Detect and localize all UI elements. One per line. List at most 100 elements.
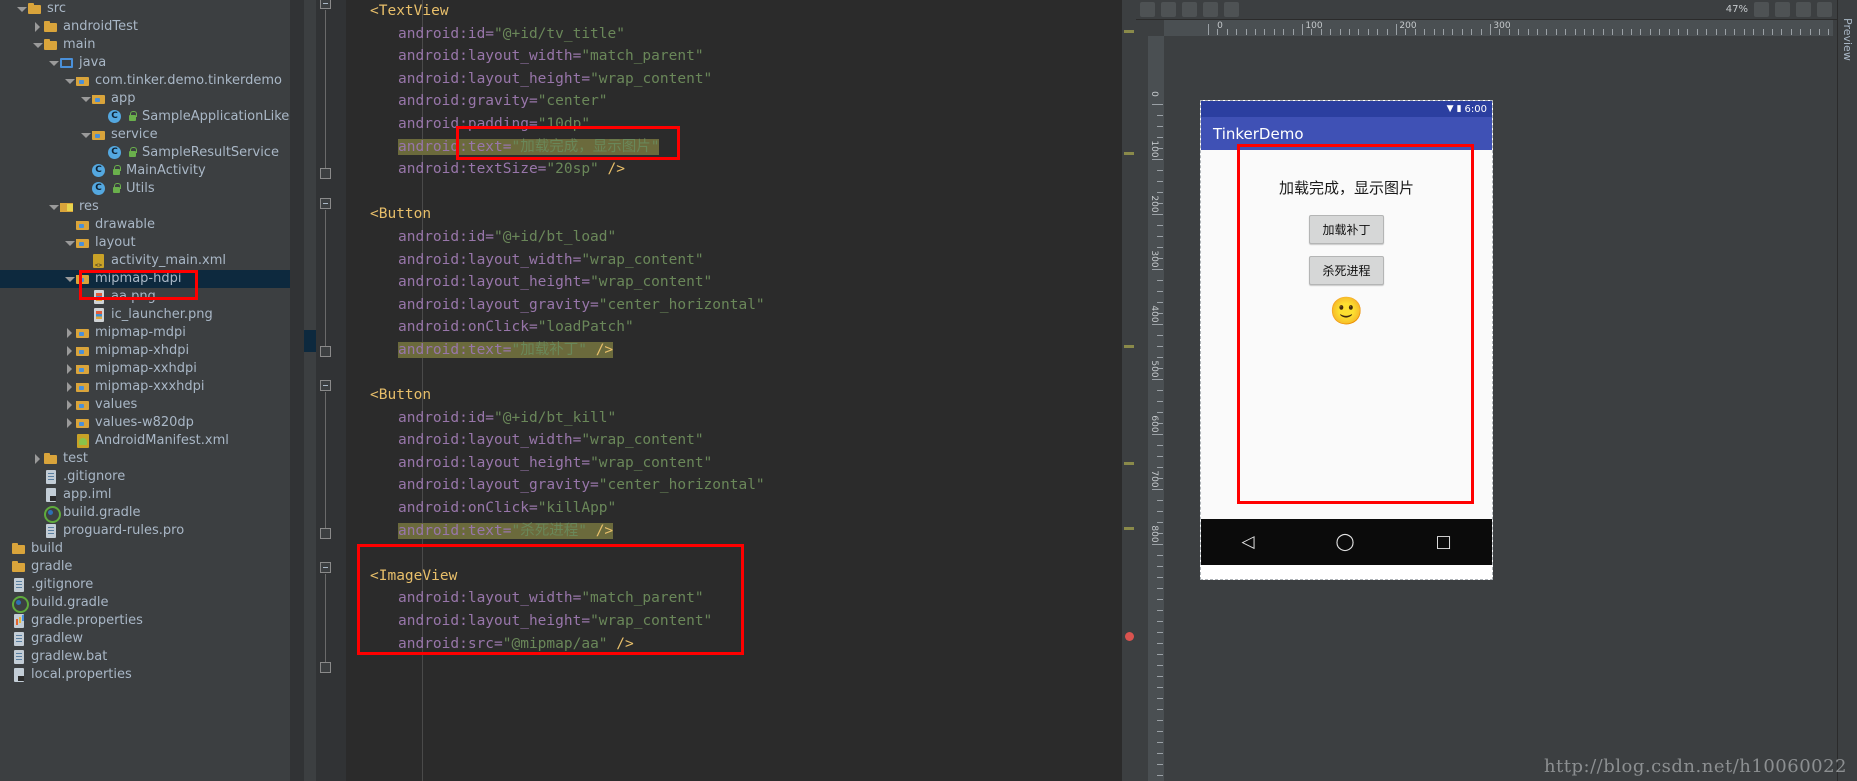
tree-item[interactable]: com.tinker.demo.tinkerdemo (0, 72, 290, 90)
preview-toolbar[interactable]: 47% (1136, 0, 1857, 20)
code-line[interactable]: android:text="加载补丁" /> (346, 339, 1130, 362)
tree-item[interactable]: gradle.properties (0, 612, 290, 630)
refresh-icon[interactable] (1817, 2, 1832, 17)
tree-item[interactable]: mipmap-xxxhdpi (0, 378, 290, 396)
design-preview-panel[interactable]: 47% 0 100 200 300 0 100 200 300 400 500 600 700 800… (1136, 0, 1857, 781)
project-tree-panel[interactable]: src androidTest main java com.tinker.demo.ti… (0, 0, 290, 781)
align-left-icon[interactable] (1182, 2, 1197, 17)
fold-end-icon[interactable] (320, 528, 331, 539)
tree-item[interactable]: main (0, 36, 290, 54)
code-line[interactable]: android:layout_height="wrap_content" (346, 271, 1130, 294)
code-line[interactable]: android:text="加载完成，显示图片" (346, 136, 1130, 159)
tree-item[interactable]: proguard-rules.pro (0, 522, 290, 540)
code-line[interactable]: android:id="@+id/tv_title" (346, 23, 1130, 46)
code-line[interactable]: android:layout_gravity="center_horizonta… (346, 294, 1130, 317)
tree-item[interactable]: app.iml (0, 486, 290, 504)
tree-item[interactable]: app (0, 90, 290, 108)
tree-item[interactable]: java (0, 54, 290, 72)
editor-marker-column[interactable] (1122, 0, 1136, 781)
tree-right-arrow-icon[interactable] (64, 378, 75, 396)
tree-item[interactable]: build.gradle (0, 594, 290, 613)
nav-home-icon[interactable]: ◯ (1335, 532, 1354, 552)
code-line[interactable] (346, 542, 1130, 565)
align-center-icon[interactable] (1203, 2, 1218, 17)
code-line[interactable]: android:layout_width="match_parent" (346, 45, 1130, 68)
editor-fold-column[interactable] (316, 0, 346, 781)
tree-item[interactable]: layout (0, 234, 290, 252)
fold-collapse-icon[interactable] (320, 380, 331, 391)
tree-item[interactable]: src (0, 0, 290, 18)
code-line[interactable]: <TextView (346, 0, 1130, 23)
tree-item[interactable]: .gitignore (0, 468, 290, 486)
tree-item[interactable]: aa.png (0, 288, 290, 306)
tree-down-arrow-icon[interactable] (48, 54, 59, 72)
tree-item[interactable]: gradlew.bat (0, 648, 290, 666)
tree-item[interactable]: local.properties (0, 666, 290, 684)
code-line[interactable]: android:layout_height="wrap_content" (346, 610, 1130, 633)
code-line[interactable] (346, 362, 1130, 385)
tree-item[interactable]: activity_main.xml (0, 252, 290, 275)
tree-item[interactable]: MainActivity (0, 162, 290, 180)
tree-right-arrow-icon[interactable] (32, 450, 43, 468)
code-line[interactable]: android:layout_height="wrap_content" (346, 68, 1130, 91)
bt-kill-button[interactable]: 杀死进程 (1309, 256, 1384, 285)
code-line[interactable]: android:layout_gravity="center_horizonta… (346, 474, 1130, 497)
nav-back-icon[interactable]: ◁ (1241, 532, 1254, 552)
preview-canvas[interactable]: ▼ ▮ 6:00 TinkerDemo 加载完成，显示图片 加载补丁 杀死进程 … (1164, 36, 1857, 781)
tree-down-arrow-icon[interactable] (64, 72, 75, 90)
palette-icon[interactable] (1140, 2, 1155, 17)
tree-item[interactable]: drawable (0, 216, 290, 234)
bt-load-button[interactable]: 加载补丁 (1309, 215, 1384, 244)
tree-right-arrow-icon[interactable] (64, 396, 75, 414)
zoom-fit-icon[interactable] (1796, 2, 1811, 17)
tree-down-arrow-icon[interactable] (64, 234, 75, 252)
tree-item[interactable]: mipmap-hdpi (0, 270, 290, 288)
tree-item[interactable]: AndroidManifest.xml (0, 432, 290, 450)
tree-down-arrow-icon[interactable] (16, 0, 27, 18)
tree-item[interactable]: test (0, 450, 290, 468)
code-line[interactable]: android:layout_width="match_parent" (346, 587, 1130, 610)
tree-item[interactable]: ic_launcher.png (0, 306, 290, 324)
code-line[interactable]: android:id="@+id/bt_load" (346, 226, 1130, 249)
code-line[interactable]: android:layout_height="wrap_content" (346, 452, 1130, 475)
tree-item[interactable]: androidTest (0, 18, 290, 36)
tree-item[interactable]: mipmap-xhdpi (0, 342, 290, 360)
tree-item[interactable]: service (0, 126, 290, 144)
fold-collapse-icon[interactable] (320, 198, 331, 209)
tree-item[interactable]: gradlew (0, 630, 290, 648)
right-tool-tabs[interactable]: Preview (1837, 0, 1857, 781)
code-line[interactable]: android:text="杀死进程" /> (346, 520, 1130, 543)
nav-recents-icon[interactable]: □ (1435, 532, 1451, 552)
tree-right-arrow-icon[interactable] (64, 360, 75, 378)
tree-down-arrow-icon[interactable] (80, 90, 91, 108)
tree-item[interactable]: Utils (0, 180, 290, 198)
tree-item[interactable]: res (0, 198, 290, 216)
align-right-icon[interactable] (1224, 2, 1239, 17)
android-icon[interactable] (1161, 2, 1176, 17)
code-line[interactable] (346, 181, 1130, 204)
code-line[interactable]: <Button (346, 203, 1130, 226)
tree-item[interactable]: SampleResultService (0, 144, 290, 162)
code-line[interactable]: android:id="@+id/bt_kill" (346, 407, 1130, 430)
tree-item[interactable]: values (0, 396, 290, 414)
code-line[interactable]: <Button (346, 384, 1130, 407)
tree-item[interactable]: values-w820dp (0, 414, 290, 432)
tree-down-arrow-icon[interactable] (64, 270, 75, 288)
code-line[interactable]: android:layout_width="wrap_content" (346, 249, 1130, 272)
tree-down-arrow-icon[interactable] (80, 126, 91, 144)
tree-down-arrow-icon[interactable] (48, 198, 59, 216)
code-line[interactable]: android:src="@mipmap/aa" /> (346, 633, 1130, 656)
fold-end-icon[interactable] (320, 346, 331, 357)
tree-item[interactable]: gradle (0, 558, 290, 576)
tree-right-arrow-icon[interactable] (32, 18, 43, 36)
tree-item[interactable]: mipmap-mdpi (0, 324, 290, 342)
device-frame[interactable]: ▼ ▮ 6:00 TinkerDemo 加载完成，显示图片 加载补丁 杀死进程 … (1200, 100, 1493, 580)
zoom-out-icon[interactable] (1754, 2, 1769, 17)
code-line[interactable]: android:gravity="center" (346, 90, 1130, 113)
code-editor-panel[interactable]: <TextView android:id="@+id/tv_title" andro… (290, 0, 1130, 781)
zoom-in-icon[interactable] (1775, 2, 1790, 17)
tree-item[interactable]: mipmap-xxhdpi (0, 360, 290, 378)
tree-item[interactable]: SampleApplicationLike (0, 108, 290, 126)
tree-down-arrow-icon[interactable] (32, 36, 43, 54)
code-line[interactable]: android:textSize="20sp" /> (346, 158, 1130, 181)
